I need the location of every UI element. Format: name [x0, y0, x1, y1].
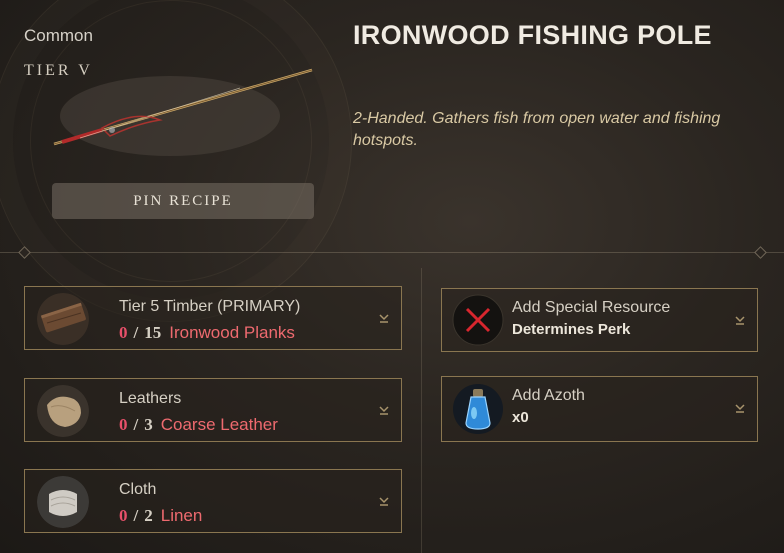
pin-recipe-button[interactable]: PIN RECIPE [52, 183, 314, 219]
coarse-leather-icon [37, 385, 89, 437]
special-resource-title: Add Special Resource [512, 299, 671, 316]
ingredient-quantity: 0/3 Coarse Leather [119, 415, 278, 434]
have-count: 0 [119, 415, 128, 434]
section-divider [0, 252, 784, 253]
ingredient-slot-leathers[interactable]: Leathers 0/3 Coarse Leather [24, 378, 402, 442]
need-count: 3 [144, 415, 153, 434]
resource-name: Linen [160, 506, 203, 525]
fishing-pole-image [53, 68, 313, 156]
resource-name: Coarse Leather [160, 415, 278, 434]
empty-slot-x-icon [452, 294, 504, 346]
ingredient-quantity: 0/15 Ironwood Planks [119, 323, 295, 342]
chevron-down-icon [735, 316, 745, 325]
chevron-down-icon [379, 497, 389, 506]
need-count: 2 [144, 506, 153, 525]
ingredient-category: Cloth [119, 481, 157, 498]
chevron-down-icon [379, 314, 389, 323]
azoth-flask-icon [453, 384, 503, 434]
have-count: 0 [119, 323, 128, 342]
chevron-down-icon [379, 406, 389, 415]
ingredient-quantity: 0/2 Linen [119, 506, 203, 525]
azoth-title: Add Azoth [512, 387, 585, 404]
have-count: 0 [119, 506, 128, 525]
item-rarity: Common [24, 26, 93, 45]
need-count: 15 [144, 323, 162, 342]
item-description: 2-Handed. Gathers fish from open water a… [353, 110, 721, 149]
ingredient-category: Leathers [119, 390, 182, 407]
resource-name: Ironwood Planks [169, 323, 295, 342]
item-title: IRONWOOD FISHING POLE [353, 20, 712, 50]
ingredient-slot-cloth[interactable]: Cloth 0/2 Linen [24, 469, 402, 533]
azoth-slot[interactable]: Add Azoth x0 [441, 376, 758, 442]
ingredient-category: Tier 5 Timber (PRIMARY) [119, 298, 301, 315]
divider-ornament [754, 246, 767, 259]
ingredient-slot-timber[interactable]: Tier 5 Timber (PRIMARY) 0/15 Ironwood Pla… [24, 286, 402, 350]
special-resource-subtitle: Determines Perk [512, 321, 631, 338]
azoth-amount: x0 [512, 409, 529, 426]
column-divider [421, 268, 422, 553]
ironwood-planks-icon [37, 293, 89, 345]
chevron-down-icon [735, 404, 745, 413]
linen-icon [37, 476, 89, 528]
special-resource-slot[interactable]: Add Special Resource Determines Perk [441, 288, 758, 352]
